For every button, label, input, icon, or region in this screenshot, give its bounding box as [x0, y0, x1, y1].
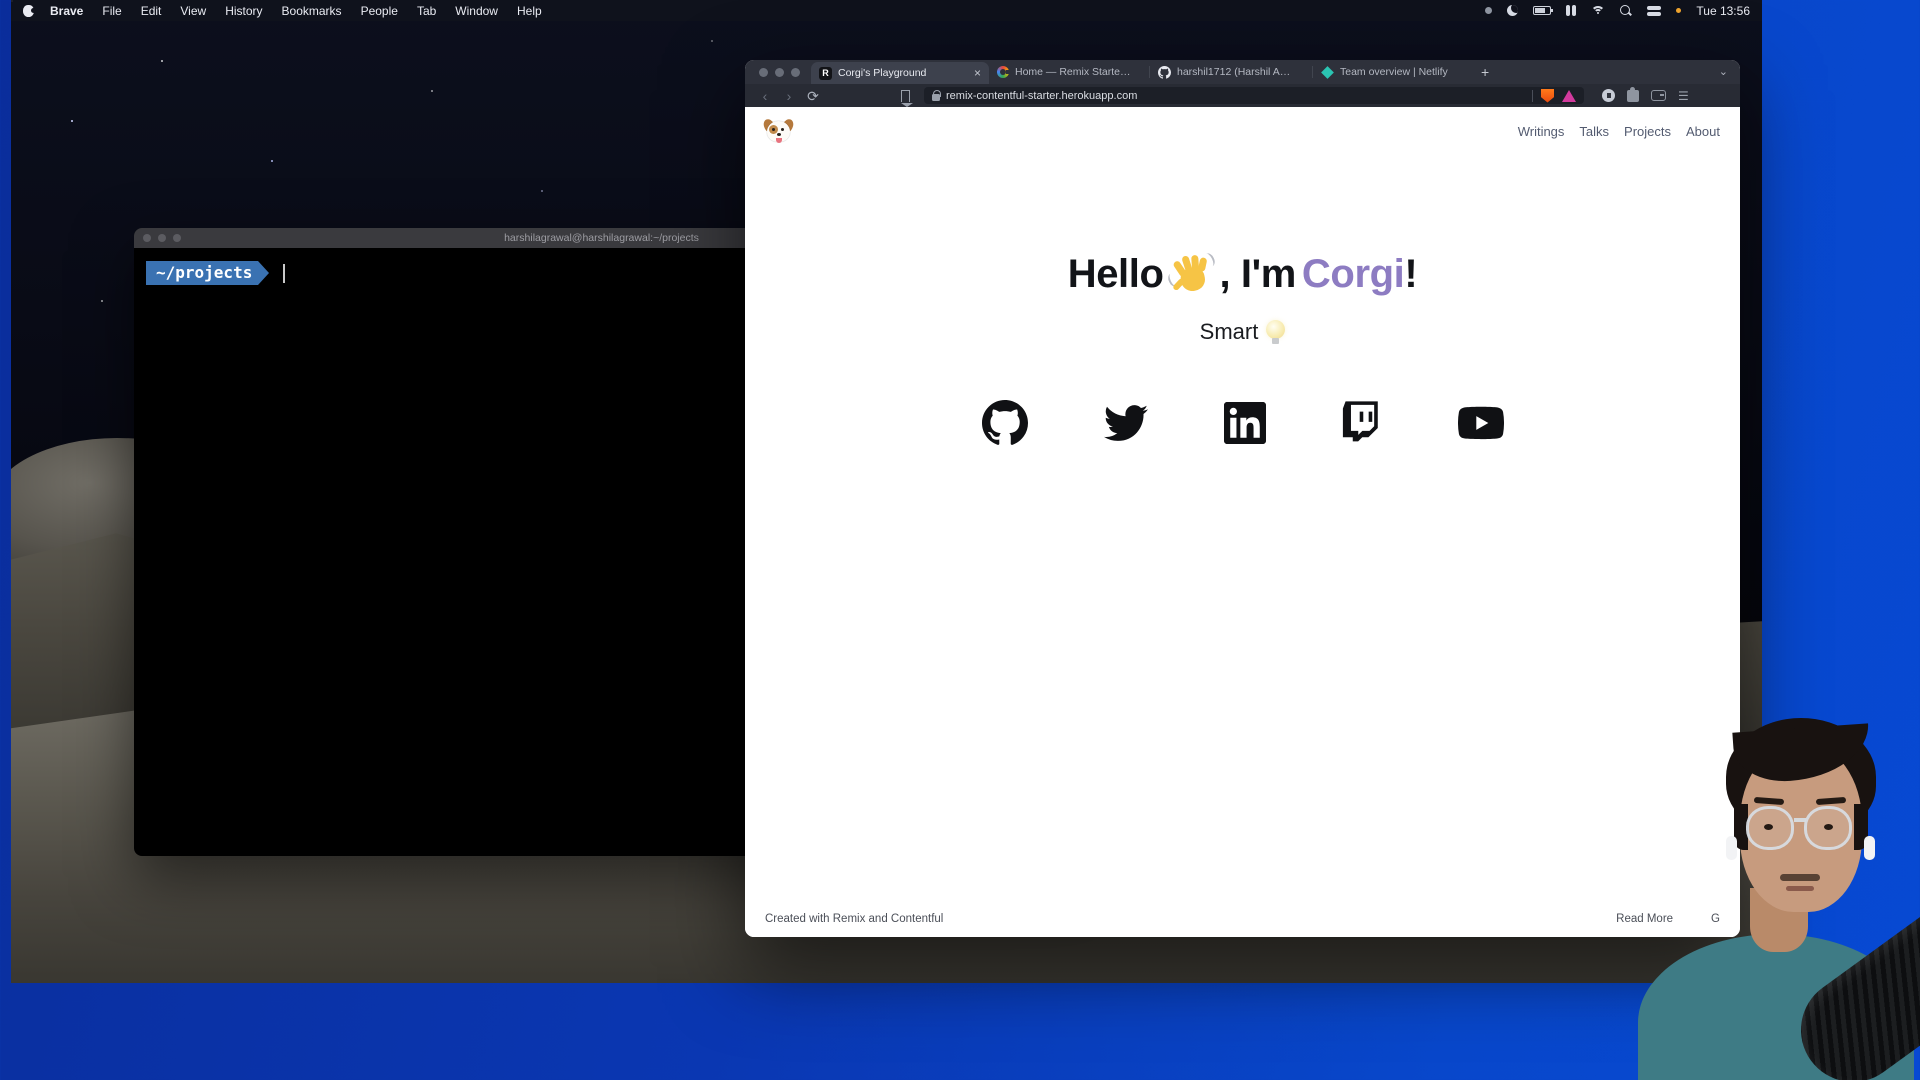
menu-item-history[interactable]: History: [225, 4, 262, 18]
address-bar: ‹ › ⟳ remix-contentful-starter.herokuapp…: [745, 84, 1740, 107]
twitter-link-icon[interactable]: [1103, 404, 1148, 442]
menu-item-edit[interactable]: Edit: [141, 4, 162, 18]
tab-bar: R Corgi's Playground × Home — Remix Star…: [745, 60, 1740, 84]
tab-search-chevron-icon[interactable]: ⌄: [1719, 65, 1728, 78]
nav-link-about[interactable]: About: [1686, 124, 1720, 139]
person-mouth: [1786, 886, 1814, 891]
twitch-link-icon[interactable]: [1342, 401, 1382, 445]
earbud-icon: [1864, 836, 1875, 860]
nav-link-projects[interactable]: Projects: [1624, 124, 1671, 139]
menu-item-help[interactable]: Help: [517, 4, 542, 18]
forward-button[interactable]: ›: [779, 89, 799, 103]
wifi-icon[interactable]: [1591, 5, 1606, 16]
github-favicon: [1158, 65, 1171, 79]
recording-dot-icon: [1485, 7, 1493, 14]
nav-link-writings[interactable]: Writings: [1518, 124, 1565, 139]
url-field[interactable]: remix-contentful-starter.herokuapp.com: [924, 87, 1584, 104]
hero-subtitle: Smart: [745, 319, 1740, 345]
tab-close-icon[interactable]: ×: [974, 67, 981, 79]
password-manager-icon[interactable]: [1602, 89, 1615, 102]
terminal-prompt-chip: ~/projects: [146, 261, 259, 285]
browser-window-controls[interactable]: [745, 60, 811, 84]
lock-icon: [932, 89, 941, 101]
menu-bar-clock[interactable]: Tue 13:56: [1696, 4, 1750, 18]
airpods-icon[interactable]: [1566, 5, 1577, 16]
control-center-icon[interactable]: [1647, 5, 1662, 16]
dog-logo-icon[interactable]: [761, 117, 796, 144]
github-link-icon[interactable]: [981, 400, 1028, 446]
tab-corgis-playground[interactable]: R Corgi's Playground ×: [811, 62, 989, 84]
macos-menu-bar: Brave File Edit View History Bookmarks P…: [11, 0, 1762, 21]
tab-remix-starter-video[interactable]: Home — Remix Starter [Video] — C: [989, 60, 1149, 84]
menu-item-people[interactable]: People: [361, 4, 398, 18]
do-not-disturb-moon-icon[interactable]: [1507, 5, 1519, 16]
battery-icon[interactable]: [1533, 6, 1554, 15]
extensions-puzzle-icon[interactable]: [1627, 86, 1639, 102]
hero-section: Hello , I'm Corgi! Smart: [745, 251, 1740, 446]
linkedin-link-icon[interactable]: [1223, 402, 1266, 444]
browser-menu-icon[interactable]: ☰: [1678, 90, 1689, 102]
menu-item-tab[interactable]: Tab: [417, 4, 436, 18]
tab-github-profile[interactable]: harshil1712 (Harshil Agrawal): [1150, 60, 1312, 84]
site-nav: Writings Talks Projects About: [1518, 124, 1720, 139]
brave-shield-icon[interactable]: [1541, 88, 1554, 103]
earbud-icon: [1726, 836, 1737, 860]
url-field-separator: [1532, 89, 1533, 102]
spotlight-search-icon[interactable]: [1620, 4, 1632, 17]
menu-item-bookmarks[interactable]: Bookmarks: [282, 4, 342, 18]
web-page: Writings Talks Projects About Hello , I'…: [745, 107, 1740, 937]
brave-browser-window: R Corgi's Playground × Home — Remix Star…: [745, 60, 1740, 937]
wallet-icon[interactable]: [1651, 90, 1666, 101]
page-footer: Created with Remix and Contentful Read M…: [745, 913, 1740, 925]
nav-link-talks[interactable]: Talks: [1579, 124, 1609, 139]
person-glasses: [1744, 796, 1858, 852]
terminal-cursor: [283, 263, 286, 283]
waving-hand-icon: [1165, 251, 1217, 298]
status-amber-dot: [1676, 8, 1682, 13]
menu-item-file[interactable]: File: [102, 4, 121, 18]
footer-credit: Created with Remix and Contentful: [765, 913, 944, 925]
bookmark-icon[interactable]: [900, 89, 913, 107]
youtube-link-icon[interactable]: [1457, 406, 1504, 440]
hero-name: Corgi: [1301, 252, 1405, 296]
back-button[interactable]: ‹: [755, 89, 775, 103]
hero-heading: Hello , I'm Corgi!: [745, 251, 1740, 298]
apple-icon[interactable]: [23, 4, 36, 17]
remix-favicon: R: [819, 66, 832, 80]
tab-netlify-team[interactable]: Team overview | Netlify: [1313, 60, 1471, 84]
menu-item-brave[interactable]: Brave: [50, 4, 83, 18]
url-text[interactable]: remix-contentful-starter.herokuapp.com: [946, 90, 1137, 102]
menu-item-window[interactable]: Window: [455, 4, 498, 18]
social-links: [745, 400, 1740, 446]
new-tab-button[interactable]: +: [1471, 64, 1499, 80]
color-ring-favicon: [997, 66, 1010, 78]
brave-rewards-icon[interactable]: [1562, 89, 1576, 102]
site-header: Writings Talks Projects About: [745, 107, 1740, 144]
terminal-prompt-arrow: [258, 261, 270, 285]
light-bulb-icon: [1266, 320, 1286, 344]
reload-button[interactable]: ⟳: [803, 89, 823, 103]
menu-item-view[interactable]: View: [180, 4, 206, 18]
netlify-favicon: [1321, 65, 1334, 79]
